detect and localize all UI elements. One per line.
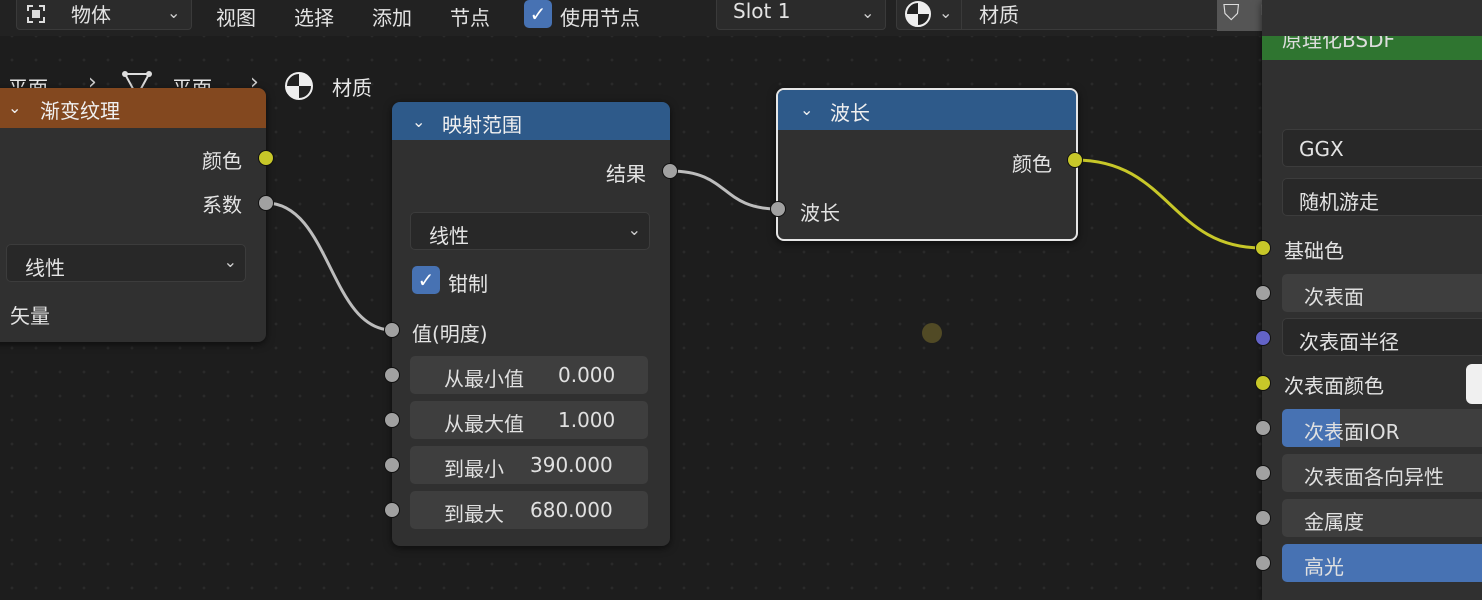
- from-min-label: 从最小值: [444, 367, 524, 391]
- input-vector-label: 矢量: [10, 304, 50, 328]
- gradient-color-output-socket[interactable]: [258, 150, 274, 166]
- clamp-label: 钳制: [448, 272, 488, 296]
- map-range-to-max-input-socket[interactable]: [384, 502, 400, 518]
- node-title: 映射范围: [442, 113, 522, 137]
- collapse-chevron-icon[interactable]: ⌄: [800, 100, 813, 119]
- to-max-label: 到最大: [444, 502, 504, 526]
- subsurface-radius-input-socket[interactable]: [1255, 330, 1271, 346]
- clamp-checkbox[interactable]: ✓: [412, 266, 440, 294]
- link-result-to-wavelength: [669, 169, 779, 211]
- node-header[interactable]: ⌄ 波长: [778, 90, 1076, 130]
- input-value-label: 值(明度): [412, 322, 488, 346]
- map-range-value-input-socket[interactable]: [384, 322, 400, 338]
- subsurface-radius-label: 次表面半径: [1299, 330, 1399, 354]
- link-factor-to-value: [265, 201, 393, 332]
- checkmark-icon: ✓: [417, 268, 435, 292]
- metallic-input-socket[interactable]: [1255, 510, 1271, 526]
- node-title: 渐变纹理: [40, 99, 120, 123]
- subsurface-radius-field[interactable]: 次表面半径: [1282, 318, 1482, 356]
- map-range-node[interactable]: ⌄ 映射范围 结果 线性 ⌄ ✓ 钳制 值(明度) 从最小值 0.000 从最大…: [392, 102, 670, 546]
- reroute-dot: [922, 323, 942, 343]
- input-wavelength-label: 波长: [800, 201, 840, 225]
- gradient-texture-node[interactable]: ⌄ 渐变纹理 颜色 系数 线性 ⌄ 矢量: [0, 88, 266, 342]
- distribution-dropdown[interactable]: GGX: [1282, 129, 1482, 167]
- subsurface-color-input-socket[interactable]: [1255, 375, 1271, 391]
- gradient-type-value: 线性: [25, 256, 65, 280]
- to-max-value: 680.000: [530, 498, 613, 522]
- subsurface-color-label: 次表面颜色: [1284, 374, 1384, 398]
- collapse-chevron-icon[interactable]: ⌄: [412, 112, 425, 131]
- output-color-label: 颜色: [202, 149, 242, 173]
- from-max-value: 1.000: [558, 408, 616, 432]
- interpolation-dropdown[interactable]: 线性 ⌄: [410, 212, 650, 250]
- node-title: 原理化BSDF: [1282, 36, 1395, 52]
- base-color-input-socket[interactable]: [1255, 240, 1271, 256]
- to-min-label: 到最小: [444, 457, 504, 481]
- subsurface-field[interactable]: 次表面: [1282, 274, 1482, 312]
- from-min-field[interactable]: 从最小值 0.000: [410, 356, 648, 394]
- output-color-label: 颜色: [1012, 152, 1052, 176]
- map-range-to-min-input-socket[interactable]: [384, 457, 400, 473]
- to-min-field[interactable]: 到最小 390.000: [410, 446, 648, 484]
- wavelength-node[interactable]: ⌄ 波长 颜色 波长: [776, 88, 1078, 241]
- map-range-from-min-input-socket[interactable]: [384, 367, 400, 383]
- map-range-from-max-input-socket[interactable]: [384, 412, 400, 428]
- subsurface-anisotropy-input-socket[interactable]: [1255, 465, 1271, 481]
- principled-bsdf-node[interactable]: 原理化BSDF GGX 随机游走 基础色 次表面 次表面半径 次表面颜色 次表面…: [1262, 0, 1482, 600]
- subsurface-method-dropdown[interactable]: 随机游走: [1282, 178, 1482, 216]
- subsurface-color-swatch[interactable]: [1466, 364, 1482, 404]
- subsurface-ior-label: 次表面IOR: [1304, 420, 1400, 444]
- metallic-label: 金属度: [1304, 510, 1364, 534]
- output-result-label: 结果: [606, 162, 646, 186]
- node-title: 波长: [830, 101, 870, 125]
- to-max-field[interactable]: 到最大 680.000: [410, 491, 648, 529]
- subsurface-ior-field[interactable]: 次表面IOR: [1282, 409, 1482, 447]
- subsurface-method-value: 随机游走: [1299, 190, 1379, 214]
- subsurface-ior-input-socket[interactable]: [1255, 420, 1271, 436]
- node-header[interactable]: ⌄ 渐变纹理: [0, 88, 266, 128]
- interpolation-value: 线性: [429, 224, 469, 248]
- subsurface-anisotropy-label: 次表面各向异性: [1304, 465, 1444, 489]
- metallic-field[interactable]: 金属度: [1282, 499, 1482, 537]
- to-min-value: 390.000: [530, 453, 613, 477]
- chevron-down-icon: ⌄: [223, 252, 237, 271]
- output-factor-label: 系数: [202, 193, 242, 217]
- map-range-result-output-socket[interactable]: [662, 163, 678, 179]
- specular-field[interactable]: 高光: [1282, 544, 1482, 582]
- node-header[interactable]: 原理化BSDF: [1262, 36, 1482, 60]
- base-color-label: 基础色: [1284, 239, 1344, 263]
- subsurface-anisotropy-field[interactable]: 次表面各向异性: [1282, 454, 1482, 492]
- wavelength-input-socket[interactable]: [770, 201, 786, 217]
- specular-input-socket[interactable]: [1255, 555, 1271, 571]
- subsurface-label: 次表面: [1304, 285, 1364, 309]
- breadcrumb-material: 材质: [332, 76, 372, 100]
- gradient-type-dropdown[interactable]: 线性 ⌄: [6, 244, 246, 282]
- from-max-field[interactable]: 从最大值 1.000: [410, 401, 648, 439]
- from-min-value: 0.000: [558, 363, 616, 387]
- node-header[interactable]: ⌄ 映射范围: [392, 102, 670, 140]
- gradient-factor-output-socket[interactable]: [258, 195, 274, 211]
- from-max-label: 从最大值: [444, 412, 524, 436]
- link-color-to-basecolor: [1074, 158, 1263, 250]
- distribution-value: GGX: [1299, 137, 1344, 161]
- subsurface-input-socket[interactable]: [1255, 285, 1271, 301]
- wavelength-color-output-socket[interactable]: [1067, 152, 1083, 168]
- chevron-down-icon: ⌄: [627, 220, 641, 239]
- collapse-chevron-icon[interactable]: ⌄: [8, 98, 21, 117]
- material-icon: [285, 72, 313, 100]
